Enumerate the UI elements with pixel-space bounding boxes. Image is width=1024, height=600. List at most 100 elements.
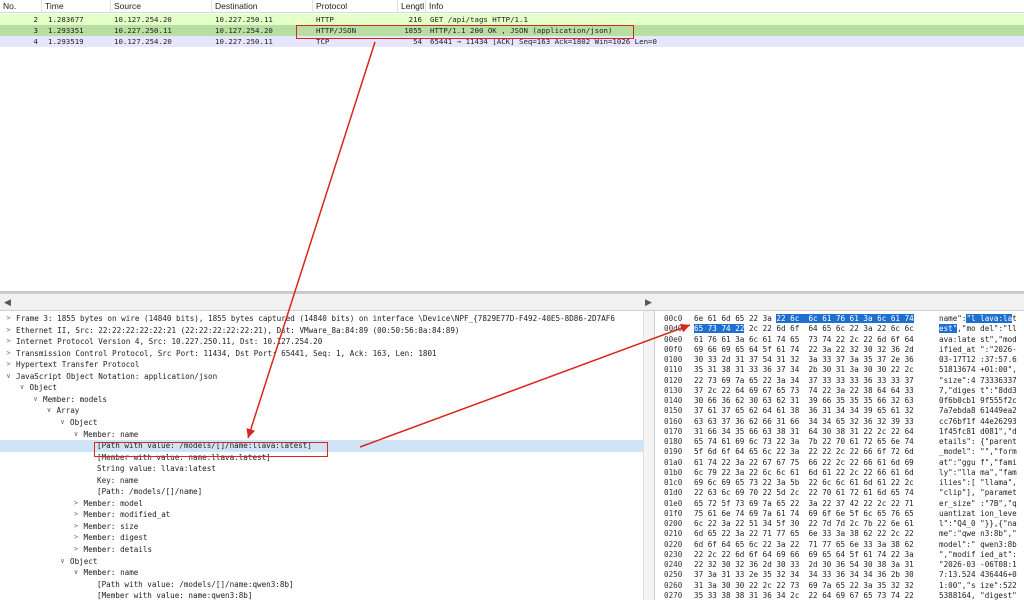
tree-item[interactable]: > Member: details xyxy=(0,544,643,556)
packet-bytes-pane[interactable]: 00c0 6e 61 6d 65 22 3a 22 6c 6c 61 76 61 … xyxy=(656,311,1024,600)
chevron-right-icon[interactable]: > xyxy=(72,521,81,533)
tree-item[interactable]: > Member: modified_at xyxy=(0,509,643,521)
tree-item[interactable]: > Member: digest xyxy=(0,532,643,544)
hex-byte: 61 xyxy=(822,314,832,323)
tree-item[interactable]: > Transmission Control Protocol, Src Port… xyxy=(0,348,643,360)
packet-row[interactable]: 2 1.283677 10.127.254.20 10.227.250.11 HTTP 2… xyxy=(0,14,1024,25)
column-header-info[interactable]: Info xyxy=(426,0,1024,13)
hex-byte: 31 xyxy=(707,365,717,375)
tree-item[interactable]: > Member: size xyxy=(0,521,643,533)
tree-item[interactable]: > Internet Protocol Version 4, Src: 10.22… xyxy=(0,336,643,348)
tree-item[interactable]: String value: llava:latest xyxy=(0,463,643,475)
tree-item[interactable]: > Ethernet II, Src: 22:22:22:22:22:21 (22… xyxy=(0,325,643,337)
tree-item[interactable]: Key: name xyxy=(0,475,643,487)
tree-item[interactable]: [Path: /models/[]/name] xyxy=(0,486,643,498)
chevron-right-icon[interactable]: > xyxy=(72,532,81,544)
tree-item[interactable]: > Member: model xyxy=(0,498,643,510)
hex-byte: 66 xyxy=(748,426,759,436)
hex-byte: 22 xyxy=(694,488,704,498)
chevron-right-icon[interactable]: > xyxy=(72,509,81,521)
tree-item[interactable]: ∨ Member: models xyxy=(0,394,643,406)
hex-byte: 3a xyxy=(890,560,901,569)
chevron-right-icon[interactable]: > xyxy=(4,348,13,360)
tree-item[interactable]: [Path with value: /models/[]/name:qwen3:… xyxy=(0,579,643,591)
packet-cell-len: 216 xyxy=(408,15,422,24)
hex-byte: 6c xyxy=(707,478,717,487)
tree-item[interactable]: [Path with value: /models/[]/name:llava:… xyxy=(0,440,643,452)
chevron-right-icon[interactable]: > xyxy=(4,359,13,371)
details-scrollbar[interactable] xyxy=(643,311,654,600)
hex-byte: 2e xyxy=(748,570,759,580)
hex-byte: 31 xyxy=(849,426,859,436)
tree-item[interactable]: ∨ Member: name xyxy=(0,567,643,579)
chevron-right-icon[interactable]: > xyxy=(72,498,81,510)
column-header-source[interactable]: Source xyxy=(111,0,212,13)
packet-details-tree[interactable]: > Frame 3: 1855 bytes on wire (14840 bits… xyxy=(0,311,655,600)
chevron-down-icon[interactable]: ∨ xyxy=(4,371,13,383)
packet-cell-dst: 10.227.250.11 xyxy=(215,37,273,46)
hex-byte: 22 xyxy=(748,467,759,477)
packet-cell-len: 1855 xyxy=(404,26,422,35)
hex-byte: 31 xyxy=(694,426,704,436)
chevron-right-icon[interactable]: > xyxy=(4,313,13,325)
tree-item[interactable]: ∨ Member: name xyxy=(0,429,643,441)
column-header-no[interactable]: No. xyxy=(0,0,42,13)
hex-byte: 38 xyxy=(721,590,731,600)
hex-byte: 33 xyxy=(748,365,759,375)
hex-byte: 62 xyxy=(748,406,759,416)
chevron-down-icon[interactable]: ∨ xyxy=(72,429,81,441)
packet-row[interactable]: 4 1.293519 10.127.254.20 10.227.250.11 TCP 54… xyxy=(0,36,1024,47)
hex-byte: 76 xyxy=(835,314,846,323)
tree-item[interactable]: > Frame 3: 1855 bytes on wire (14840 bits… xyxy=(0,313,643,325)
hex-byte: 31 xyxy=(776,355,786,364)
column-header-length[interactable]: Lengtl xyxy=(398,0,426,13)
hex-byte: 22 xyxy=(776,314,786,323)
hex-byte: 39 xyxy=(863,406,873,416)
packet-cell-time: 1.293351 xyxy=(48,26,84,35)
hex-byte: 6c xyxy=(835,324,846,334)
chevron-right-icon[interactable]: > xyxy=(4,325,13,337)
hex-byte: 64 xyxy=(877,385,887,395)
tree-item[interactable]: ∨ Array xyxy=(0,405,643,417)
hex-row[interactable]: 0270 35 33 38 38 31 36 34 2c 22 64 69 67 … xyxy=(656,590,1024,600)
tree-item[interactable]: > Hypertext Transfer Protocol xyxy=(0,359,643,371)
hex-byte: 74 xyxy=(904,314,914,323)
chevron-down-icon[interactable]: ∨ xyxy=(18,382,27,394)
packet-row[interactable]: 3 1.293351 10.227.250.11 10.127.254.20 HTTP/… xyxy=(0,25,1024,36)
column-header-destination[interactable]: Destination xyxy=(212,0,313,13)
tree-item[interactable]: ∨ JavaScript Object Notation: application… xyxy=(0,371,643,383)
hex-byte: 33 xyxy=(890,375,901,385)
packet-list[interactable]: No. Time Source Destination Protocol Len… xyxy=(0,0,1024,293)
packet-cell-proto: HTTP xyxy=(316,15,334,24)
hex-byte: 66 xyxy=(863,447,873,457)
pane-splitter[interactable]: ◀ ▶ xyxy=(0,293,1024,311)
tree-item[interactable]: [Member with value: name:qwen3:8b] xyxy=(0,590,643,600)
packet-cell-src: 10.227.250.11 xyxy=(114,26,172,35)
chevron-down-icon[interactable]: ∨ xyxy=(58,556,67,568)
expand-right-arrow-icon[interactable]: ▶ xyxy=(645,297,652,308)
hex-byte: 61 xyxy=(877,457,887,467)
chevron-right-icon[interactable]: > xyxy=(72,544,81,556)
hex-byte: 66 xyxy=(808,457,818,467)
chevron-down-icon[interactable]: ∨ xyxy=(72,567,81,579)
column-header-protocol[interactable]: Protocol xyxy=(313,0,398,13)
hex-byte: 2c xyxy=(849,519,859,528)
tree-item[interactable]: ∨ Object xyxy=(0,417,643,429)
chevron-down-icon[interactable]: ∨ xyxy=(45,405,54,417)
hex-byte: 30 xyxy=(748,396,759,405)
chevron-down-icon[interactable]: ∨ xyxy=(58,417,67,429)
hex-byte: 22 xyxy=(890,549,901,559)
hex-byte: 69 xyxy=(808,508,818,518)
hex-byte: 22 xyxy=(721,529,731,539)
hex-byte: 65 xyxy=(735,406,745,416)
hex-byte: 6c xyxy=(835,478,846,487)
chevron-down-icon[interactable]: ∨ xyxy=(31,394,40,406)
collapse-left-arrow-icon[interactable]: ◀ xyxy=(4,297,11,308)
chevron-right-icon[interactable]: > xyxy=(4,336,13,348)
tree-item[interactable]: [Member with value: name:llava:latest] xyxy=(0,452,643,464)
hex-byte: 6c xyxy=(904,324,914,334)
column-header-time[interactable]: Time xyxy=(42,0,111,13)
tree-item[interactable]: ∨ Object xyxy=(0,556,643,568)
tree-item[interactable]: ∨ Object xyxy=(0,382,643,394)
hex-byte: 33 xyxy=(835,375,846,385)
